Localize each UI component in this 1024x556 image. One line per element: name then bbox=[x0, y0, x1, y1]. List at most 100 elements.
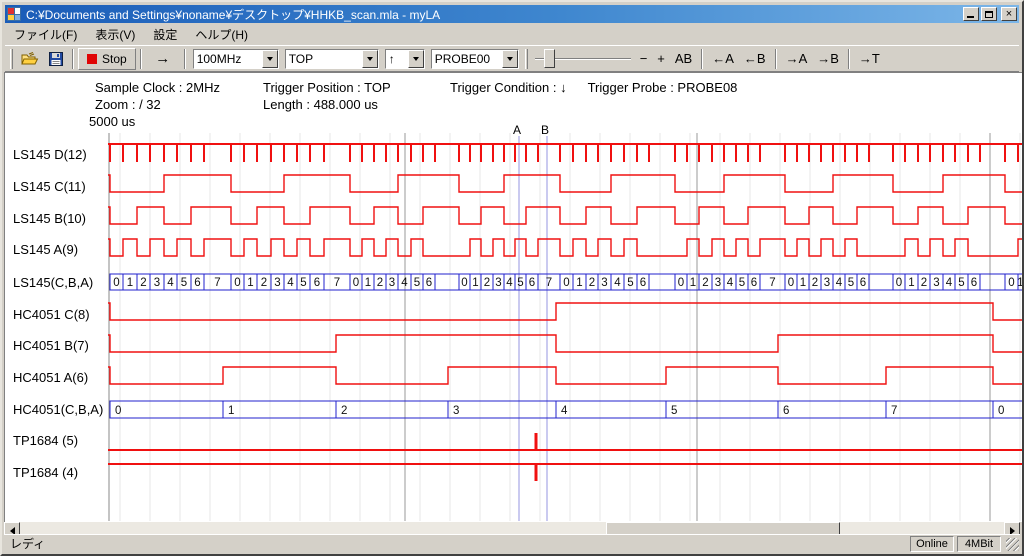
svg-text:1: 1 bbox=[127, 277, 133, 289]
svg-text:0: 0 bbox=[1008, 277, 1014, 289]
close-button[interactable]: × bbox=[1001, 7, 1017, 21]
menu-settings[interactable]: 設定 bbox=[144, 24, 186, 45]
clock-combobox[interactable]: 100MHz bbox=[193, 49, 279, 69]
svg-text:6: 6 bbox=[751, 277, 757, 289]
signal-label-4[interactable]: LS145(C,B,A) bbox=[13, 275, 93, 291]
goto-next-b-button[interactable]: →B bbox=[812, 48, 844, 70]
svg-text:A: A bbox=[513, 123, 521, 137]
svg-text:3: 3 bbox=[274, 277, 280, 289]
maximize-icon bbox=[985, 11, 993, 18]
save-floppy-icon bbox=[49, 52, 63, 66]
menu-help[interactable]: ヘルプ(H) bbox=[186, 24, 257, 45]
svg-text:1: 1 bbox=[908, 277, 914, 289]
signal-label-9[interactable]: TP1684 (5) bbox=[13, 433, 78, 449]
toolbar-separator bbox=[701, 49, 703, 69]
close-icon: × bbox=[1006, 9, 1012, 20]
signal-label-7[interactable]: HC4051 A(6) bbox=[13, 370, 88, 386]
trigger-edge-combobox-dropdown[interactable] bbox=[408, 50, 424, 68]
maximize-button[interactable] bbox=[981, 7, 997, 21]
trigger-probe-combobox[interactable]: PROBE00 bbox=[431, 49, 519, 69]
svg-text:1: 1 bbox=[576, 277, 582, 289]
svg-text:4: 4 bbox=[506, 277, 513, 289]
trigger-probe-combobox-value: PROBE00 bbox=[432, 52, 502, 66]
signal-label-2[interactable]: LS145 B(10) bbox=[13, 211, 86, 227]
svg-text:5: 5 bbox=[739, 277, 745, 289]
trigger-edge-combobox[interactable]: ↑ bbox=[385, 49, 425, 69]
signal-label-1[interactable]: LS145 C(11) bbox=[13, 179, 86, 195]
goto-prev-a-button[interactable]: ←A bbox=[707, 48, 739, 70]
svg-text:1: 1 bbox=[228, 405, 234, 417]
svg-text:1: 1 bbox=[472, 277, 478, 289]
svg-text:7: 7 bbox=[891, 405, 897, 417]
svg-text:0: 0 bbox=[678, 277, 684, 289]
signal-label-6[interactable]: HC4051 B(7) bbox=[13, 338, 89, 354]
svg-text:2: 2 bbox=[702, 277, 708, 289]
ab-button[interactable]: AB bbox=[670, 48, 697, 70]
svg-text:2: 2 bbox=[341, 405, 347, 417]
svg-text:0: 0 bbox=[113, 277, 119, 289]
toolbar-grip[interactable] bbox=[10, 49, 13, 69]
svg-text:1: 1 bbox=[365, 277, 371, 289]
svg-text:7: 7 bbox=[769, 277, 775, 289]
svg-text:6: 6 bbox=[426, 277, 432, 289]
goto-trigger-button[interactable]: →T bbox=[854, 48, 885, 70]
menu-view[interactable]: 表示(V) bbox=[86, 24, 144, 45]
goto-prev-b-button[interactable]: ←B bbox=[739, 48, 771, 70]
toolbar-grip[interactable] bbox=[525, 49, 528, 69]
signal-label-3[interactable]: LS145 A(9) bbox=[13, 242, 78, 258]
svg-text:5: 5 bbox=[300, 277, 306, 289]
toolbar-separator bbox=[72, 49, 74, 69]
toolbar: Stop → 100MHz TOP ↑ PROBE00 −+AB ←A←B →A→B… bbox=[5, 45, 1019, 72]
svg-text:6: 6 bbox=[314, 277, 320, 289]
svg-text:3: 3 bbox=[389, 277, 395, 289]
open-file-button[interactable] bbox=[16, 48, 44, 70]
stop-button[interactable]: Stop bbox=[78, 48, 136, 70]
zoom-out-button[interactable]: − bbox=[635, 48, 653, 70]
toolbar-separator bbox=[775, 49, 777, 69]
chevron-down-icon bbox=[367, 57, 373, 61]
trigger-probe-combobox-dropdown[interactable] bbox=[502, 50, 518, 68]
signal-label-8[interactable]: HC4051(C,B,A) bbox=[13, 402, 103, 418]
svg-text:6: 6 bbox=[194, 277, 200, 289]
trigger-position-combobox[interactable]: TOP bbox=[285, 49, 379, 69]
zoom-slider-thumb[interactable] bbox=[544, 49, 555, 68]
svg-text:4: 4 bbox=[836, 277, 843, 289]
signal-label-5[interactable]: HC4051 C(8) bbox=[13, 307, 90, 323]
svg-text:1: 1 bbox=[800, 277, 806, 289]
clock-combobox-value: 100MHz bbox=[194, 52, 262, 66]
chevron-down-icon bbox=[507, 57, 513, 61]
trigger-position-combobox-dropdown[interactable] bbox=[362, 50, 378, 68]
title-bar: C:¥Documents and Settings¥noname¥デスクトップ¥… bbox=[5, 5, 1019, 23]
menu-file[interactable]: ファイル(F) bbox=[5, 24, 86, 45]
save-button[interactable] bbox=[44, 48, 68, 70]
svg-text:2: 2 bbox=[140, 277, 146, 289]
svg-text:4: 4 bbox=[401, 277, 408, 289]
svg-text:4: 4 bbox=[727, 277, 734, 289]
signal-label-0[interactable]: LS145 D(12) bbox=[13, 147, 87, 163]
trigger-position-combobox-value: TOP bbox=[286, 52, 362, 66]
svg-text:6: 6 bbox=[640, 277, 646, 289]
svg-text:0: 0 bbox=[788, 277, 794, 289]
resize-grip[interactable] bbox=[1006, 538, 1019, 551]
clock-combobox-dropdown[interactable] bbox=[262, 50, 278, 68]
run-button[interactable]: → bbox=[146, 48, 180, 70]
svg-text:0: 0 bbox=[461, 277, 467, 289]
signal-label-10[interactable]: TP1684 (4) bbox=[13, 465, 78, 481]
svg-text:2: 2 bbox=[589, 277, 595, 289]
svg-text:7: 7 bbox=[334, 277, 340, 289]
svg-text:0: 0 bbox=[896, 277, 902, 289]
waveform-plot[interactable]: AB01234567012345670123456012345670123456… bbox=[5, 73, 1024, 522]
svg-text:3: 3 bbox=[453, 405, 459, 417]
zoom-in-button[interactable]: + bbox=[652, 48, 670, 70]
minimize-button[interactable] bbox=[963, 7, 979, 21]
toolbar-separator bbox=[184, 49, 186, 69]
minimize-icon bbox=[967, 16, 974, 18]
zoom-slider[interactable] bbox=[535, 48, 631, 70]
svg-text:6: 6 bbox=[529, 277, 535, 289]
chevron-down-icon bbox=[267, 57, 273, 61]
svg-text:0: 0 bbox=[998, 405, 1004, 417]
trigger-edge-combobox-value: ↑ bbox=[386, 52, 408, 66]
goto-next-a-button[interactable]: →A bbox=[781, 48, 813, 70]
svg-text:2: 2 bbox=[377, 277, 383, 289]
svg-text:7: 7 bbox=[546, 277, 552, 289]
